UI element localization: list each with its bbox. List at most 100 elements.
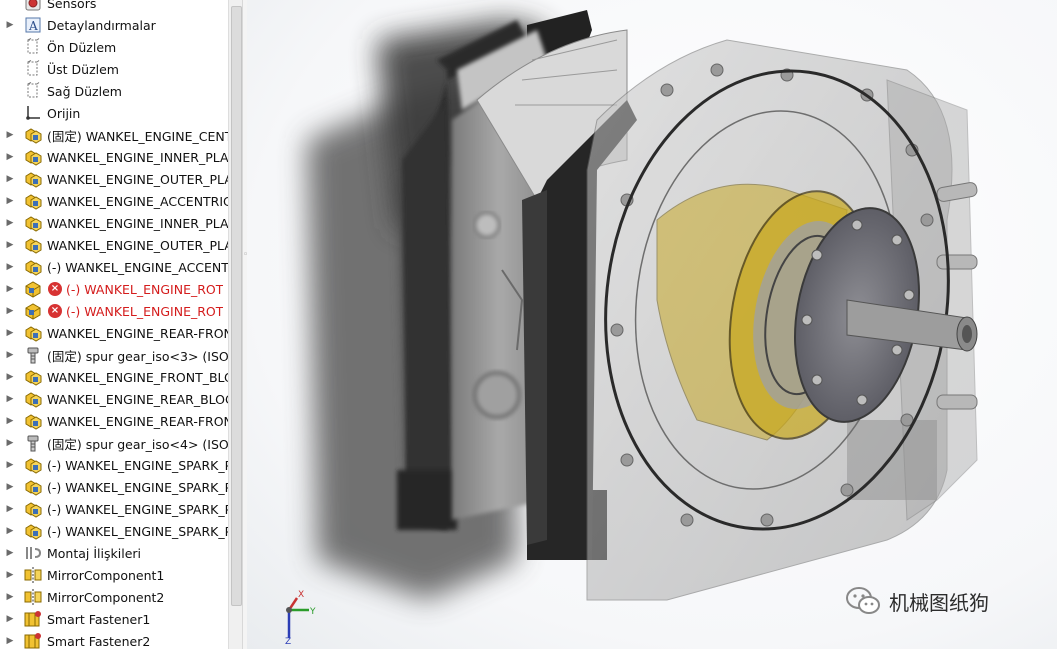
tree-item-label: (-) WANKEL_ENGINE_SPARK_P bbox=[47, 457, 228, 473]
error-icon: × bbox=[48, 282, 62, 296]
tree-item[interactable]: ▶ Smart Fastener1 bbox=[0, 608, 228, 630]
plane-icon bbox=[23, 38, 43, 56]
tree-item[interactable]: ▶ WANKEL_ENGINE_INNER_PLA bbox=[0, 146, 228, 168]
expand-toggle-icon[interactable]: ▶ bbox=[5, 636, 15, 646]
expand-toggle-icon[interactable]: ▶ bbox=[5, 20, 15, 30]
subassembly-icon bbox=[23, 236, 43, 254]
engine-model[interactable] bbox=[247, 0, 1057, 649]
tree-item[interactable]: ▶ WANKEL_ENGINE_OUTER_PLA bbox=[0, 234, 228, 256]
smart-fastener-icon bbox=[23, 610, 43, 628]
tree-item[interactable]: ▶ (-) WANKEL_ENGINE_SPARK_P bbox=[0, 498, 228, 520]
expand-toggle-icon[interactable]: ▶ bbox=[5, 570, 15, 580]
tree-item-label: WANKEL_ENGINE_REAR-FRON bbox=[47, 325, 228, 341]
expand-toggle-icon[interactable]: ▶ bbox=[5, 592, 15, 602]
watermark-text: 机械图纸狗 bbox=[889, 590, 989, 615]
tree-item[interactable]: ▶ × (-) WANKEL_ENGINE_ROT bbox=[0, 300, 228, 322]
tree-item-label: Smart Fastener1 bbox=[47, 611, 151, 627]
tree-item[interactable]: ▶ WANKEL_ENGINE_FRONT_BLO bbox=[0, 366, 228, 388]
expand-toggle-icon[interactable]: ▶ bbox=[5, 284, 15, 294]
expand-toggle-icon[interactable]: ▶ bbox=[5, 482, 15, 492]
subassembly-icon bbox=[23, 478, 43, 496]
tree-item[interactable]: ▶ (固定) spur gear_iso<4> (ISO bbox=[0, 432, 228, 454]
tree-item-label: (固定) spur gear_iso<3> (ISO bbox=[47, 348, 228, 364]
tree-item-label: Orijin bbox=[47, 105, 81, 121]
tree-item[interactable]: ▶ Montaj İlişkileri bbox=[0, 542, 228, 564]
tree-item[interactable]: ▶ Smart Fastener2 bbox=[0, 630, 228, 649]
expand-toggle-icon[interactable]: ▶ bbox=[5, 196, 15, 206]
tree-item[interactable]: ▶ (-) WANKEL_ENGINE_SPARK_P bbox=[0, 476, 228, 498]
expand-toggle-icon[interactable]: ▶ bbox=[5, 526, 15, 536]
tree-item-label: WANKEL_ENGINE_REAR-FRON bbox=[47, 413, 228, 429]
expand-toggle-icon[interactable]: ▶ bbox=[5, 306, 15, 316]
tree-item[interactable]: ▶ MirrorComponent2 bbox=[0, 586, 228, 608]
plane-icon bbox=[23, 82, 43, 100]
tree-item[interactable]: ▶ (-) WANKEL_ENGINE_ACCENT bbox=[0, 256, 228, 278]
expand-toggle-icon[interactable]: ▶ bbox=[5, 416, 15, 426]
tree-item-label: WANKEL_ENGINE_OUTER_PLA bbox=[47, 237, 228, 253]
tree-item[interactable]: ▶ (固定) WANKEL_ENGINE_CENT bbox=[0, 124, 228, 146]
mirror-component-icon bbox=[23, 588, 43, 606]
subassembly-icon bbox=[23, 390, 43, 408]
tree-item-label: Sensors bbox=[47, 0, 97, 11]
view-triad[interactable]: X Y Z bbox=[277, 588, 325, 644]
tree-item[interactable]: ▶ A Detaylandırmalar bbox=[0, 14, 228, 36]
tree-item-label: Smart Fastener2 bbox=[47, 633, 151, 649]
tree-item[interactable]: Ön Düzlem bbox=[0, 36, 228, 58]
expand-toggle-icon[interactable]: ▶ bbox=[5, 614, 15, 624]
mirror-component-icon bbox=[23, 566, 43, 584]
tree-item-label: Montaj İlişkileri bbox=[47, 545, 141, 561]
expand-toggle-icon[interactable]: ▶ bbox=[5, 152, 15, 162]
tree-item[interactable]: Orijin bbox=[0, 102, 228, 124]
expand-toggle-icon[interactable]: ▶ bbox=[5, 262, 15, 272]
svg-text:A: A bbox=[28, 19, 38, 33]
expand-toggle-icon[interactable]: ▶ bbox=[5, 438, 15, 448]
expand-toggle-icon[interactable]: ▶ bbox=[5, 394, 15, 404]
tree-item[interactable]: Sensors bbox=[0, 0, 228, 14]
expand-toggle-icon[interactable]: ▶ bbox=[5, 218, 15, 228]
subassembly-icon bbox=[23, 522, 43, 540]
tree-item[interactable]: ▶ WANKEL_ENGINE_REAR_BLOC bbox=[0, 388, 228, 410]
tree-item-label: WANKEL_ENGINE_REAR_BLOC bbox=[47, 391, 228, 407]
tree-item[interactable]: ▶ MirrorComponent1 bbox=[0, 564, 228, 586]
plane-icon bbox=[23, 60, 43, 78]
subassembly-icon bbox=[23, 324, 43, 342]
tree-item-label: (固定) spur gear_iso<4> (ISO bbox=[47, 436, 228, 452]
triad-x-label: X bbox=[298, 590, 304, 600]
mates-icon bbox=[23, 544, 43, 562]
expand-toggle-icon[interactable]: ▶ bbox=[5, 240, 15, 250]
tree-item[interactable]: ▶ (-) WANKEL_ENGINE_SPARK_P bbox=[0, 520, 228, 542]
tree-scrollbar[interactable] bbox=[228, 0, 243, 649]
expand-toggle-icon[interactable]: ▶ bbox=[5, 174, 15, 184]
tree-item-label: Üst Düzlem bbox=[47, 61, 119, 77]
subassembly-icon bbox=[23, 500, 43, 518]
expand-toggle-icon[interactable]: ▶ bbox=[5, 504, 15, 514]
tree-item[interactable]: Üst Düzlem bbox=[0, 58, 228, 80]
tree-item-label: (-) WANKEL_ENGINE_SPARK_P bbox=[47, 479, 228, 495]
tree-item[interactable]: ▶ WANKEL_ENGINE_ACCENTRIC bbox=[0, 190, 228, 212]
tree-scrollbar-thumb[interactable] bbox=[231, 6, 242, 606]
feature-tree[interactable]: Sensors ▶ A Detaylandırmalar Ön Düzlem Üst Dü… bbox=[0, 0, 229, 649]
expand-toggle-icon[interactable]: ▶ bbox=[5, 328, 15, 338]
tree-item-label: Sağ Düzlem bbox=[47, 83, 122, 99]
expand-toggle-icon[interactable]: ▶ bbox=[5, 548, 15, 558]
tree-item[interactable]: ▶ WANKEL_ENGINE_REAR-FRON bbox=[0, 410, 228, 432]
tree-item-label: Ön Düzlem bbox=[47, 39, 117, 55]
tree-item[interactable]: ▶ × (-) WANKEL_ENGINE_ROT bbox=[0, 278, 228, 300]
tree-item[interactable]: ▶ WANKEL_ENGINE_REAR-FRON bbox=[0, 322, 228, 344]
tree-item[interactable]: ▶ (-) WANKEL_ENGINE_SPARK_P bbox=[0, 454, 228, 476]
tree-item-label: (-) WANKEL_ENGINE_SPARK_P bbox=[47, 523, 228, 539]
tree-item[interactable]: ▶ WANKEL_ENGINE_INNER_PLA bbox=[0, 212, 228, 234]
expand-toggle-icon[interactable]: ▶ bbox=[5, 130, 15, 140]
expand-toggle-icon[interactable]: ▶ bbox=[5, 372, 15, 382]
subassembly-icon bbox=[23, 258, 43, 276]
sensor-icon bbox=[23, 0, 43, 12]
graphics-viewport[interactable]: X Y Z 机械图纸狗 bbox=[247, 0, 1057, 649]
tree-item[interactable]: Sağ Düzlem bbox=[0, 80, 228, 102]
origin-icon bbox=[23, 104, 43, 122]
error-icon: × bbox=[48, 304, 62, 318]
tree-item[interactable]: ▶ (固定) spur gear_iso<3> (ISO bbox=[0, 344, 228, 366]
expand-toggle-icon[interactable]: ▶ bbox=[5, 460, 15, 470]
tree-item[interactable]: ▶ WANKEL_ENGINE_OUTER_PLA bbox=[0, 168, 228, 190]
expand-toggle-icon[interactable]: ▶ bbox=[5, 350, 15, 360]
subassembly-icon bbox=[23, 214, 43, 232]
